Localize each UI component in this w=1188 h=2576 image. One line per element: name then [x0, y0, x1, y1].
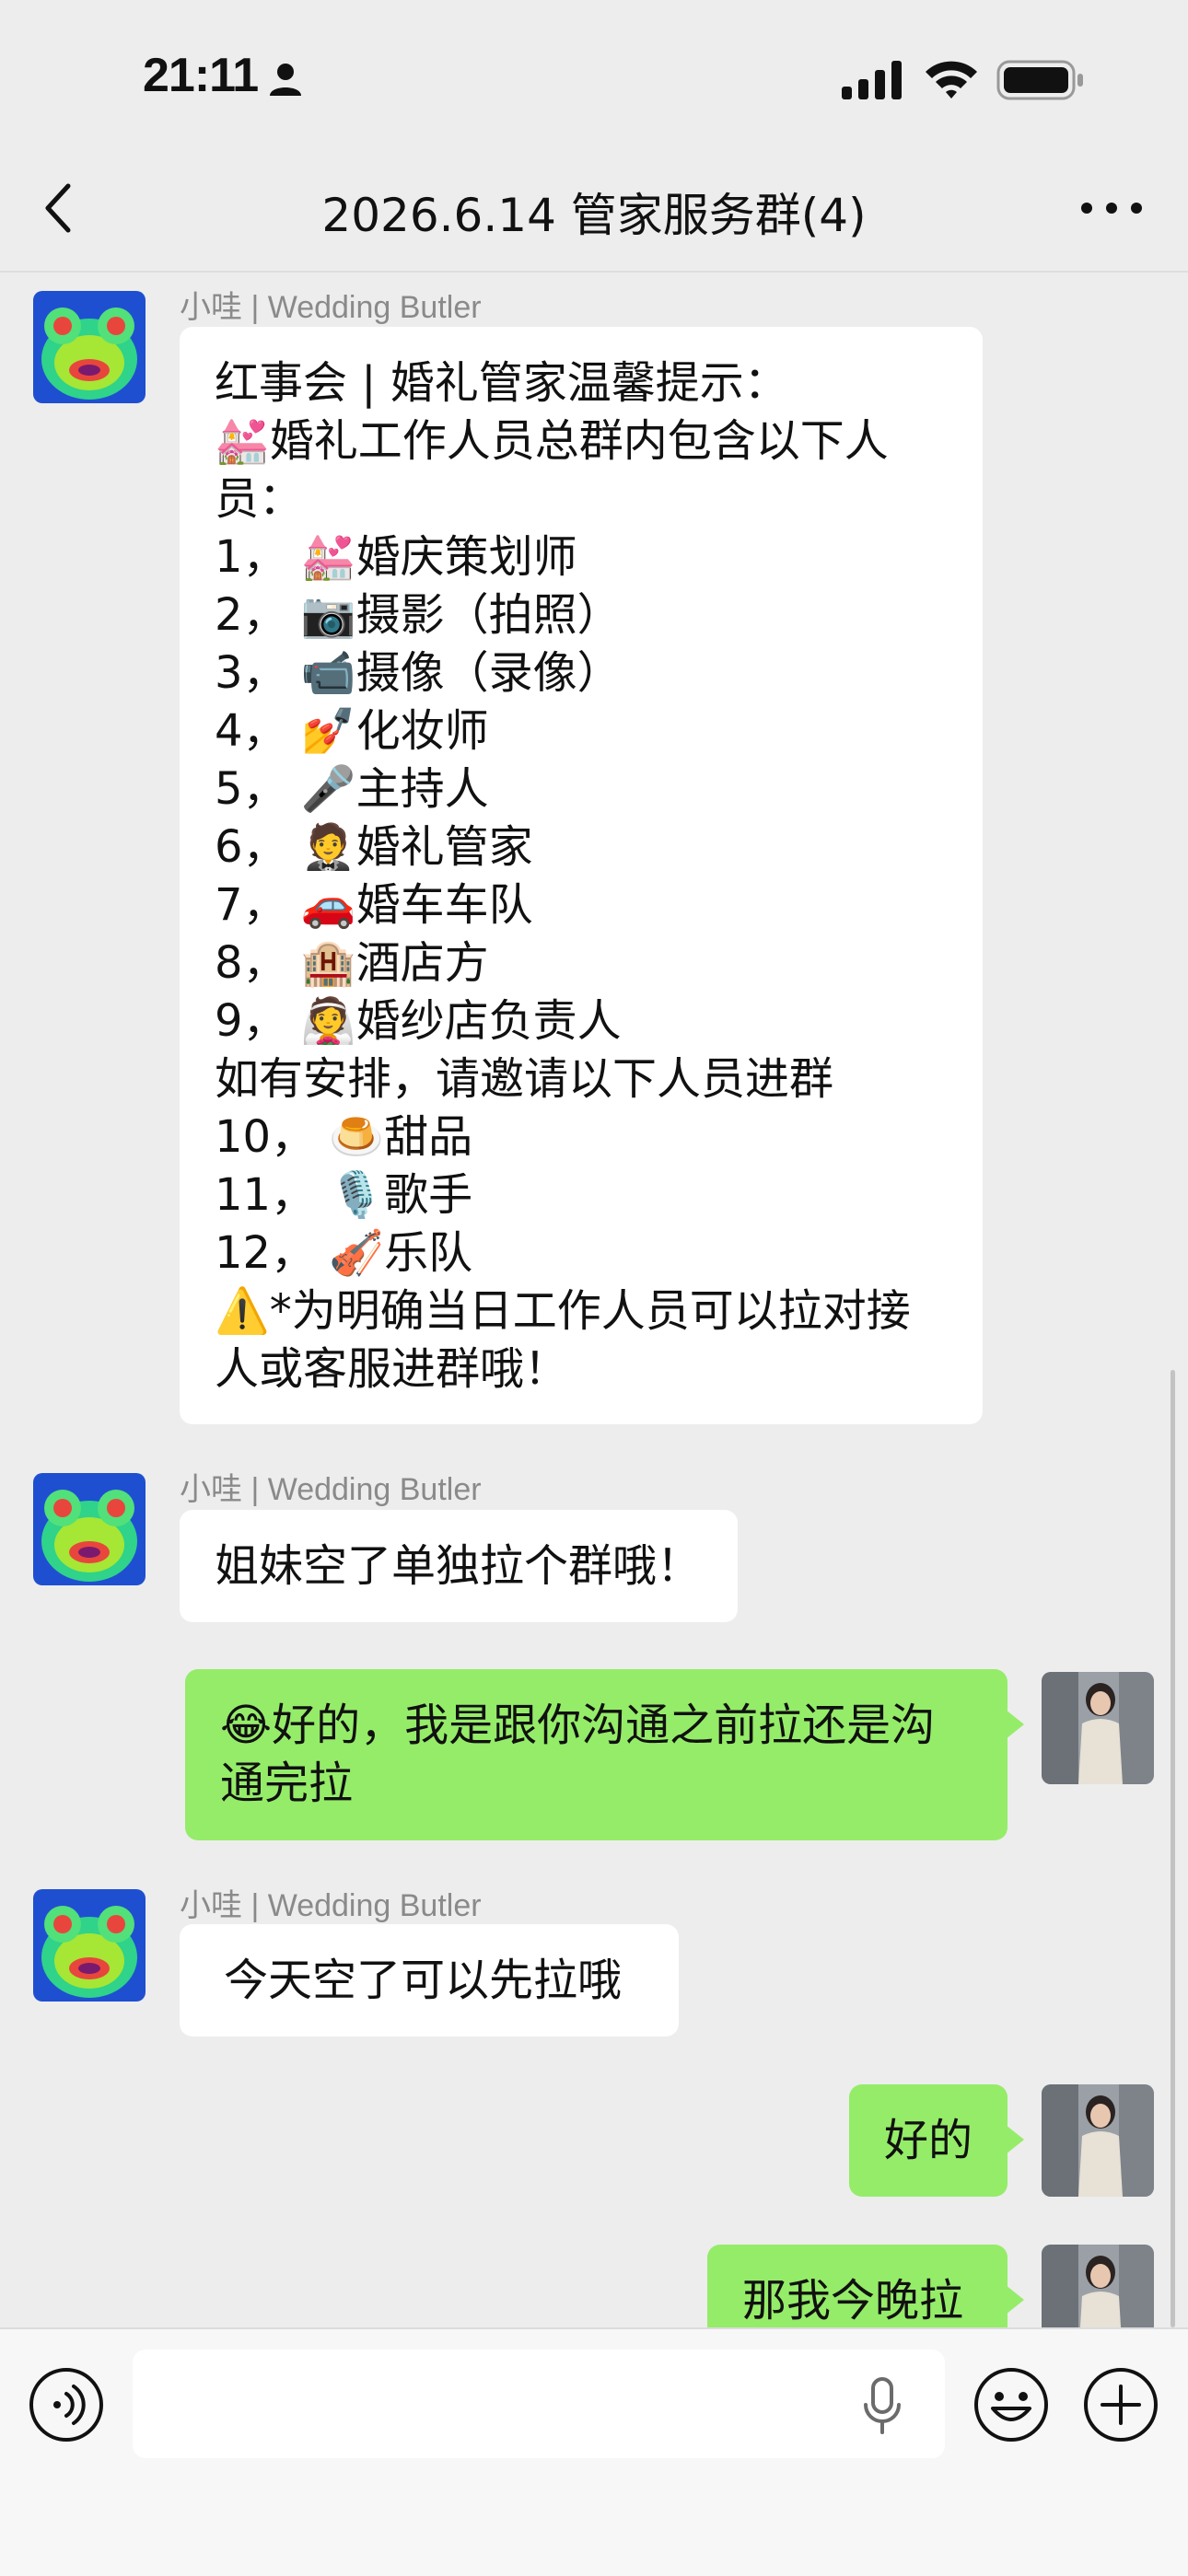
sender-name: 小哇 | Wedding Butler: [180, 1472, 482, 1507]
sender-name: 小哇 | Wedding Butler: [180, 290, 482, 325]
message-bubble: 😂好的，我是跟你沟通之前拉还是沟 通完拉: [185, 1669, 1024, 1840]
back-icon[interactable]: [41, 180, 77, 236]
message-input[interactable]: [133, 2350, 945, 2458]
message-bubble: 姐妹空了单独拉个群哦！: [180, 1510, 738, 1622]
sender-avatar[interactable]: [33, 1889, 146, 2002]
chat-title: 2026.6.14 管家服务群(4): [321, 189, 867, 242]
person-icon: [270, 64, 301, 96]
emoji-icon[interactable]: [973, 2366, 1050, 2443]
my-avatar[interactable]: [1042, 1672, 1154, 1784]
battery-icon: [996, 60, 1083, 100]
sender-avatar[interactable]: [33, 1473, 146, 1585]
message-bubble: 今天空了可以先拉哦: [180, 1924, 679, 2036]
message-bubble: 红事会 | 婚礼管家温馨提示： 💒婚礼工作人员总群内包含以下人 员： 1， 💒婚…: [180, 327, 983, 1424]
chat-scrollbar[interactable]: [1171, 1370, 1175, 2327]
status-time: 21:11: [143, 49, 259, 102]
more-icon[interactable]: [1077, 190, 1146, 226]
plus-icon[interactable]: [1082, 2366, 1159, 2443]
voice-mode-icon[interactable]: [28, 2366, 105, 2443]
header-divider: [0, 271, 1188, 273]
my-avatar[interactable]: [1042, 2084, 1154, 2197]
sender-avatar[interactable]: [33, 291, 146, 403]
wifi-icon: [926, 61, 977, 99]
microphone-icon[interactable]: [862, 2377, 903, 2436]
message-bubble: 好的: [849, 2084, 1024, 2197]
sender-name: 小哇 | Wedding Butler: [180, 1888, 482, 1923]
cellular-signal-icon: [842, 61, 902, 99]
